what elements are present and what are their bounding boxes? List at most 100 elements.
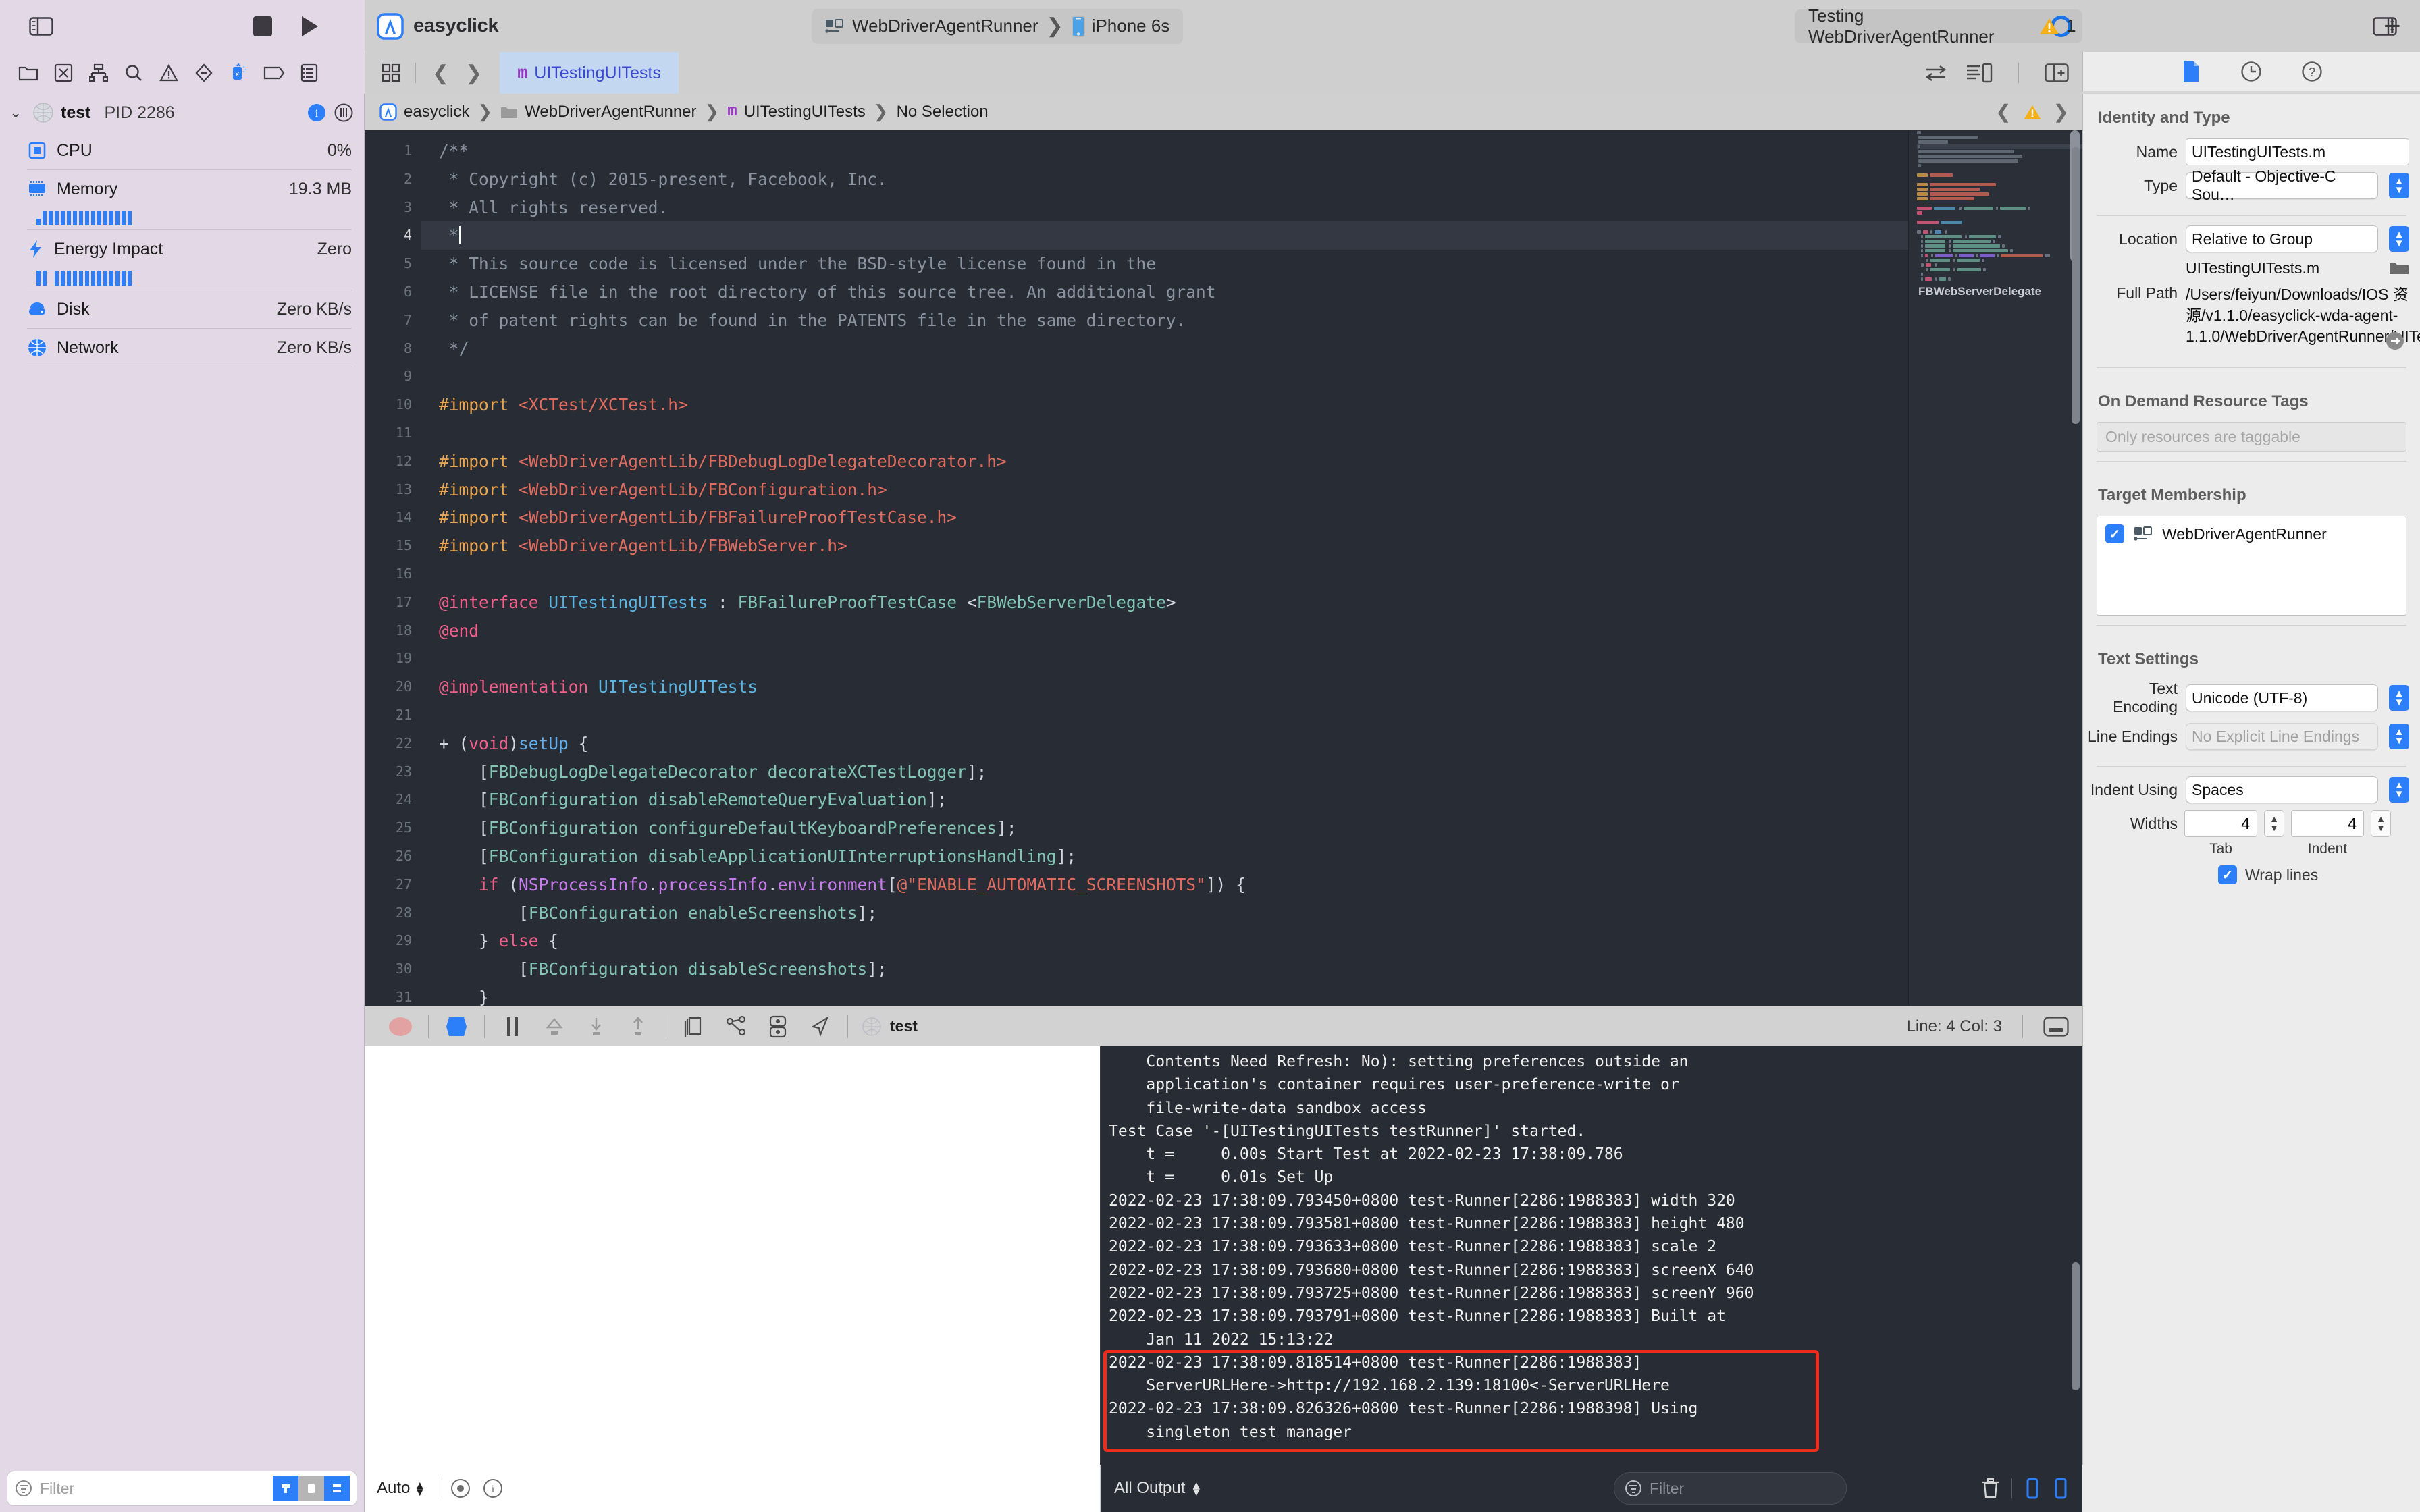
related-items-icon[interactable] [375,63,407,82]
gauge-network[interactable]: Network Zero KB/s [0,329,364,367]
stop-button[interactable] [251,14,274,38]
breadcrumb-item-selection[interactable]: No Selection [897,103,989,122]
type-popup[interactable]: Default - Objective-C Sou… [2186,167,2378,203]
code-line[interactable] [421,645,1908,673]
symbol-navigator-icon[interactable] [81,59,116,86]
source-control-navigator-icon[interactable] [46,59,81,86]
filter-by-cpu-toggle[interactable] [273,1476,298,1501]
code-line[interactable]: @implementation UITestingUITests◇ [421,673,1908,701]
gauge-energy[interactable]: Energy Impact Zero [0,230,364,290]
add-assistant-editor-icon[interactable] [2045,63,2069,82]
code-line[interactable]: #import <WebDriverAgentLib/FBFailureProo… [421,504,1908,532]
code-line[interactable]: #import <WebDriverAgentLib/FBDebugLogDel… [421,448,1908,476]
go-back-button[interactable]: ❮ [424,61,457,85]
step-over-button[interactable] [533,1010,575,1043]
console-filter-field[interactable]: Filter [1614,1472,1847,1505]
console-output[interactable]: Contents Need Refresh: No): setting pref… [1101,1046,2082,1465]
gauge-disk[interactable]: Disk Zero KB/s [0,290,364,328]
tab-width-field[interactable]: 4 [2184,810,2257,837]
code-line[interactable]: * [421,221,1908,250]
editor-vertical-scrollbar[interactable] [2070,130,2082,1006]
breadcrumb-item-project[interactable]: easyclick [379,103,469,122]
code-text[interactable]: /** * Copyright (c) 2015-present, Facebo… [421,130,1908,1006]
code-line[interactable]: #import <XCTest/XCTest.h> [421,391,1908,419]
location-popup[interactable]: Relative to Group [2186,225,2378,252]
variables-view[interactable] [365,1046,1101,1465]
issue-navigator-icon[interactable] [151,59,186,86]
gauge-cpu[interactable]: CPU 0% [0,132,364,169]
process-row[interactable]: ⌄ test PID 2286 i [0,94,364,132]
text-encoding-popup[interactable]: Unicode (UTF-8) [2186,684,2378,711]
code-line[interactable]: if (NSProcessInfo.processInfo.environmen… [421,871,1908,899]
pause-button[interactable] [492,1010,533,1043]
memory-graph-button[interactable] [715,1010,757,1043]
console-vertical-scrollbar[interactable] [2070,1046,2082,1465]
code-line[interactable] [421,419,1908,448]
simulate-location-button[interactable] [799,1010,841,1043]
code-line[interactable]: /** [421,137,1908,165]
show-variables-view-toggle[interactable] [2024,1478,2041,1499]
code-line[interactable]: * Copyright (c) 2015-present, Facebook, … [421,165,1908,194]
code-line[interactable]: [FBConfiguration disableScreenshots]; [421,955,1908,983]
code-line[interactable]: [FBConfiguration disableApplicationUIInt… [421,842,1908,871]
code-line[interactable]: @end [421,617,1908,645]
text-encoding-chevron-icon[interactable]: ▲ ▼ [2389,685,2409,711]
project-navigator-icon[interactable] [11,59,46,86]
code-line[interactable]: */ [421,335,1908,363]
code-line[interactable]: } else { [421,927,1908,955]
indent-width-field[interactable]: 4 [2291,810,2364,837]
console-scope-selector[interactable]: All Output ▲ ▼ [1114,1479,1202,1498]
line-endings-popup[interactable]: No Explicit Line Endings [2186,723,2378,750]
watch-expression-icon[interactable] [450,1478,471,1498]
quick-help-icon[interactable]: ? [2301,61,2323,82]
tab-width-stepper[interactable]: ▲ ▼ [2264,810,2284,837]
simulate-location-icon[interactable]: i [307,103,326,122]
editor-minimap[interactable]: FBWebServerDelegate [1908,130,2082,1006]
code-line[interactable]: * of patent rights can be found in the P… [421,306,1908,335]
minimap-toggle-icon[interactable] [1966,63,1993,83]
previous-issue-button[interactable]: ❮ [1995,101,2011,123]
wrap-lines-row[interactable]: ✓ Wrap lines [2083,865,2420,884]
reveal-in-finder-icon[interactable] [2385,331,2405,351]
code-line[interactable]: @interface UITestingUITests : FBFailureP… [421,589,1908,617]
navigator-filter-field[interactable]: Filter [7,1471,357,1506]
view-hierarchy-button[interactable] [673,1010,715,1043]
continue-button[interactable] [436,1010,477,1043]
code-line[interactable]: * All rights reserved. [421,194,1908,222]
wrap-lines-checkbox[interactable]: ✓ [2218,865,2237,884]
breadcrumb-item-file[interactable]: m UITestingUITests [727,103,865,122]
step-out-button[interactable] [617,1010,659,1043]
variables-scope-selector[interactable]: Auto ▲ ▼ [377,1479,425,1498]
report-navigator-icon[interactable] [292,59,327,86]
toggle-debug-area-icon[interactable] [2043,1016,2069,1037]
disclosure-triangle-icon[interactable]: ⌄ [9,104,26,122]
clear-console-icon[interactable] [1982,1478,1999,1498]
issues-badge[interactable]: 1 [2039,16,2076,36]
variables-info-icon[interactable]: i [483,1478,503,1498]
go-forward-button[interactable]: ❯ [457,61,490,85]
scheme-destination-selector[interactable]: WebDriverAgentRunner ❯ iPhone 6s [812,8,1184,44]
indent-width-stepper[interactable]: ▲ ▼ [2371,810,2391,837]
location-popup-chevron-icon[interactable]: ▲ ▼ [2389,226,2409,252]
next-issue-button[interactable]: ❯ [2053,101,2069,123]
filter-by-threads-toggle[interactable] [324,1476,350,1501]
code-line[interactable] [421,701,1908,730]
gauge-memory[interactable]: Memory 19.3 MB [0,170,364,230]
environment-overrides-button[interactable] [757,1010,799,1043]
choose-folder-icon[interactable] [2389,261,2409,277]
target-checkbox[interactable]: ✓ [2105,524,2124,543]
code-line[interactable] [421,560,1908,589]
indent-using-chevron-icon[interactable]: ▲ ▼ [2389,777,2409,803]
add-editor-button[interactable]: + [2384,11,2401,41]
editor-tab-uitestinguitests[interactable]: m UITestingUITests [500,52,679,94]
code-line[interactable]: } [421,983,1908,1006]
code-line[interactable]: + (void)setUp { [421,730,1908,758]
target-membership-list[interactable]: ✓ WebDriverAgentRunner [2097,516,2406,616]
breadcrumb-item-group[interactable]: WebDriverAgentRunner [500,103,697,122]
code-line[interactable]: [FBDebugLogDelegateDecorator decorateXCT… [421,758,1908,786]
step-into-button[interactable] [575,1010,617,1043]
indent-using-popup[interactable]: Spaces [2186,776,2378,803]
code-line[interactable] [421,362,1908,391]
code-line[interactable]: * LICENSE file in the root directory of … [421,278,1908,306]
run-button[interactable] [300,14,320,38]
